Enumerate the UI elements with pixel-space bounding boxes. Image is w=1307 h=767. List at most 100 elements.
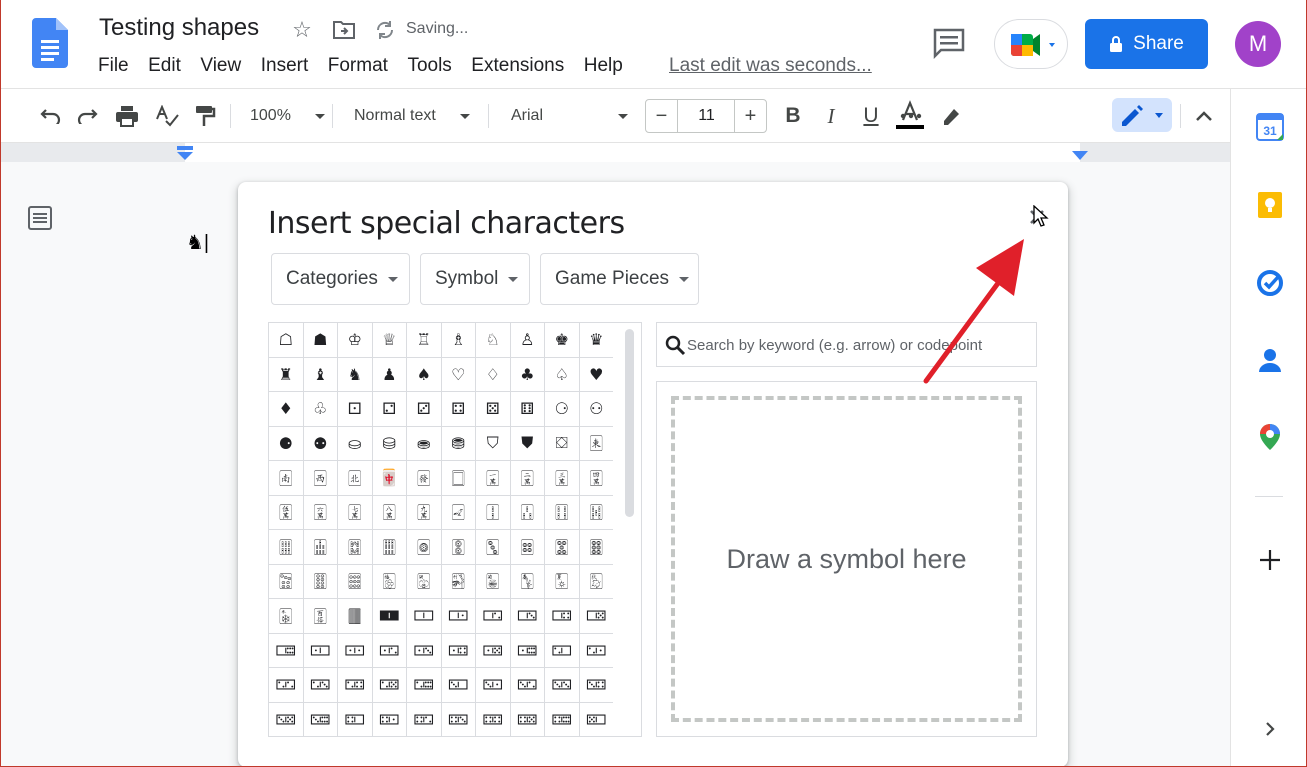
character-cell[interactable]: 🀸 [303,633,338,668]
character-cell[interactable]: ♞ [338,357,373,392]
last-edit-link[interactable]: Last edit was seconds... [669,55,872,77]
paragraph-style-select[interactable]: Normal text [354,102,470,130]
character-cell[interactable]: ♥ [579,358,613,392]
get-add-ons-plus-icon[interactable] [1255,545,1285,575]
character-cell[interactable]: 🀈 [510,461,545,496]
character-cell[interactable]: 🀚 [441,530,476,565]
draw-symbol-area[interactable]: Draw a symbol here [656,381,1037,737]
character-cell[interactable]: 🁀 [579,634,613,668]
character-cell[interactable]: 🀶 [579,599,613,634]
character-cell[interactable]: 🀒 [510,495,545,530]
character-cell[interactable]: 🀘 [372,530,407,565]
document-title[interactable]: Testing shapes [99,14,259,42]
character-cell[interactable]: 🀼 [441,633,476,668]
character-cell[interactable]: 🀳 [476,599,511,634]
character-cell[interactable]: 🀤 [441,564,476,599]
character-cell[interactable]: ⚀ [338,392,373,427]
character-cell[interactable]: 🁋 [269,702,304,737]
character-cell[interactable]: 🀪 [303,599,338,634]
character-cell[interactable]: 🀓 [545,495,580,530]
left-indent-marker-icon[interactable] [176,146,194,160]
spellcheck-icon[interactable] [154,102,180,130]
character-cell[interactable]: ♜ [269,357,304,392]
character-cell[interactable]: 🀿 [545,633,580,668]
google-keep-icon[interactable] [1255,190,1285,220]
character-cell[interactable]: ♗ [441,323,476,358]
character-cell[interactable]: 🀝 [545,530,580,565]
character-cell[interactable]: 🁓 [545,702,580,737]
menu-extensions[interactable]: Extensions [471,55,564,79]
character-cell[interactable]: ♧ [303,392,338,427]
character-cell[interactable]: ⚈ [269,426,304,461]
character-cell[interactable]: ⚂ [407,392,442,427]
character-cell[interactable]: ⚇ [579,392,613,427]
character-cell[interactable]: ⚄ [476,392,511,427]
character-cell[interactable]: 🀹 [338,633,373,668]
character-cell[interactable]: 🀲 [441,599,476,634]
move-to-folder-icon[interactable] [330,16,358,44]
character-cell[interactable]: 🀢 [372,564,407,599]
character-cell[interactable]: 🁏 [407,702,442,737]
symbol-dropdown[interactable]: Symbol [420,253,530,305]
character-cell[interactable]: 🀂 [303,461,338,496]
character-cell[interactable]: 🁇 [476,668,511,703]
categories-dropdown[interactable]: Categories [271,253,410,305]
character-cell[interactable]: 🀡 [338,564,373,599]
user-avatar[interactable]: M [1235,21,1281,67]
character-cell[interactable]: 🀽 [476,633,511,668]
character-cell[interactable]: ⚅ [510,392,545,427]
character-cell[interactable]: 🀕 [269,530,304,565]
character-cell[interactable]: 🀫 [338,599,373,634]
show-side-panel-chevron-right-icon[interactable] [1255,714,1285,744]
character-cell[interactable]: 🀏 [407,495,442,530]
character-cell[interactable]: ⚆ [545,392,580,427]
character-cell[interactable]: 🀠 [303,564,338,599]
menu-insert[interactable]: Insert [261,55,309,79]
character-cell[interactable]: 🁁 [269,668,304,703]
character-cell[interactable]: ⚁ [372,392,407,427]
character-cell[interactable]: 🀋 [269,495,304,530]
character-cell[interactable]: 🀦 [510,564,545,599]
italic-icon[interactable]: I [820,102,842,130]
character-cell[interactable]: 🁊 [579,668,613,703]
character-cell[interactable]: ⛋ [545,426,580,461]
character-cell[interactable]: 🀙 [407,530,442,565]
character-cell[interactable]: ♟ [372,357,407,392]
character-cell[interactable]: ♣ [510,357,545,392]
character-cell[interactable]: 🁎 [372,702,407,737]
meet-button[interactable] [994,19,1068,69]
google-contacts-icon[interactable] [1255,345,1285,375]
zoom-select[interactable]: 100% [250,102,325,130]
character-cell[interactable]: 🀇 [476,461,511,496]
character-cell[interactable]: ♔ [338,323,373,358]
character-cell[interactable]: 🁉 [545,668,580,703]
character-cell[interactable]: 🀆 [441,461,476,496]
character-cell[interactable]: ♕ [372,323,407,358]
character-cell[interactable]: 🁃 [338,668,373,703]
character-cell[interactable]: ⚉ [303,426,338,461]
print-icon[interactable] [114,102,140,130]
character-cell[interactable]: 🀻 [407,633,442,668]
star-icon[interactable]: ☆ [288,16,316,44]
character-cell[interactable]: 🁈 [510,668,545,703]
character-cell[interactable]: 🀧 [545,564,580,599]
font-size-input[interactable]: 11 [679,100,734,132]
character-cell[interactable]: ♛ [579,323,613,358]
character-cell[interactable]: 🀔 [579,496,613,530]
character-cell[interactable]: 🀉 [545,461,580,496]
collapse-menus-chevron-up-icon[interactable] [1192,104,1216,128]
character-cell[interactable]: 🀴 [510,599,545,634]
character-cell[interactable]: 🀵 [545,599,580,634]
character-cell[interactable]: 🀃 [338,461,373,496]
font-family-select[interactable]: Arial [511,102,629,130]
undo-icon[interactable] [36,102,62,130]
draw-symbol-canvas[interactable]: Draw a symbol here [671,396,1022,722]
character-cell[interactable]: 🀁 [269,461,304,496]
character-cell[interactable]: 🀗 [338,530,373,565]
google-calendar-icon[interactable]: 31 [1255,112,1285,142]
character-cell[interactable]: 🀾 [510,633,545,668]
character-cell[interactable]: ☗ [303,323,338,358]
search-input[interactable] [687,333,1032,357]
character-cell[interactable]: 🀩 [269,599,304,634]
paint-format-icon[interactable] [192,102,218,130]
